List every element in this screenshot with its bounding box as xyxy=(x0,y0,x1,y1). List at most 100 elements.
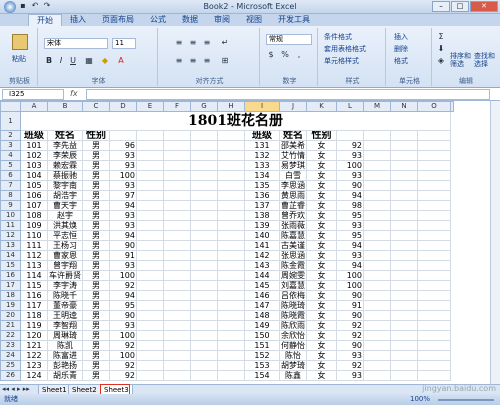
cell[interactable]: 女 xyxy=(306,140,337,151)
cell[interactable] xyxy=(163,310,191,321)
cell[interactable]: 陈晓霞 xyxy=(279,310,307,321)
cell[interactable] xyxy=(163,250,191,261)
cell[interactable]: 女 xyxy=(306,220,337,231)
cell[interactable]: 100 xyxy=(336,160,364,171)
cell[interactable] xyxy=(217,330,245,341)
cell[interactable] xyxy=(217,140,245,151)
column-header[interactable]: A xyxy=(20,101,48,112)
cell[interactable]: 135 xyxy=(244,180,280,191)
cell[interactable]: 149 xyxy=(244,320,280,331)
cell[interactable] xyxy=(136,290,164,301)
cell[interactable]: 100 xyxy=(109,330,137,341)
cell[interactable] xyxy=(417,210,451,221)
cell[interactable]: 女 xyxy=(306,280,337,291)
cell[interactable] xyxy=(217,370,245,381)
cell[interactable]: 97 xyxy=(109,190,137,201)
tab-insert[interactable]: 插入 xyxy=(62,14,94,26)
cell[interactable] xyxy=(417,190,451,201)
column-header[interactable]: M xyxy=(363,101,391,112)
cell[interactable] xyxy=(136,200,164,211)
cell[interactable] xyxy=(217,210,245,221)
cell[interactable]: 男 xyxy=(82,150,110,161)
cell[interactable]: 女 xyxy=(306,290,337,301)
cell[interactable]: 100 xyxy=(336,270,364,281)
cell[interactable]: 吕依梅 xyxy=(279,290,307,301)
cell[interactable] xyxy=(363,200,391,211)
cell[interactable]: 陈富进 xyxy=(47,350,83,361)
cell[interactable] xyxy=(217,320,245,331)
cell[interactable]: 男 xyxy=(82,140,110,151)
cell[interactable]: 92 xyxy=(109,370,137,381)
cell[interactable] xyxy=(417,200,451,211)
cell[interactable]: 118 xyxy=(20,310,48,321)
cell[interactable] xyxy=(190,350,218,361)
cell[interactable]: 男 xyxy=(82,340,110,351)
font-size-select[interactable]: 11 xyxy=(112,38,136,49)
cell[interactable] xyxy=(136,190,164,201)
cell[interactable]: 洪其焕 xyxy=(47,220,83,231)
cell[interactable] xyxy=(217,170,245,181)
row-header[interactable]: 12 xyxy=(0,230,21,241)
fill-color-icon[interactable]: ◆ xyxy=(100,56,110,66)
cell[interactable] xyxy=(136,140,164,151)
cell[interactable] xyxy=(163,340,191,351)
cell[interactable]: 93 xyxy=(109,260,137,271)
cell[interactable]: 赖宏霖 xyxy=(47,160,83,171)
cell[interactable] xyxy=(163,270,191,281)
column-header[interactable]: C xyxy=(82,101,110,112)
cell[interactable] xyxy=(190,190,218,201)
cell[interactable] xyxy=(163,240,191,251)
column-header[interactable]: I xyxy=(244,101,280,112)
cell[interactable]: 93 xyxy=(109,160,137,171)
cell[interactable] xyxy=(217,200,245,211)
cell[interactable]: 李荣辰 xyxy=(47,150,83,161)
cell[interactable] xyxy=(363,310,391,321)
format-cells-button[interactable]: 格式 xyxy=(394,56,408,66)
cell[interactable] xyxy=(190,300,218,311)
cell[interactable] xyxy=(363,350,391,361)
cell[interactable]: 女 xyxy=(306,270,337,281)
cell[interactable] xyxy=(390,360,418,371)
column-header[interactable]: E xyxy=(136,101,164,112)
cell[interactable] xyxy=(390,350,418,361)
row-header[interactable]: 14 xyxy=(0,250,21,261)
tab-view[interactable]: 视图 xyxy=(238,14,270,26)
cell[interactable]: 陈凯 xyxy=(47,340,83,351)
cell[interactable]: 男 xyxy=(82,180,110,191)
cell[interactable]: 曾乔欢 xyxy=(279,210,307,221)
cell[interactable]: 男 xyxy=(82,220,110,231)
cell[interactable] xyxy=(390,290,418,301)
cell[interactable] xyxy=(190,240,218,251)
cell[interactable]: 陈鑫 xyxy=(279,370,307,381)
format-as-table-button[interactable]: 套用表格格式 xyxy=(324,44,366,54)
cell[interactable]: 女 xyxy=(306,360,337,371)
cell[interactable]: 132 xyxy=(244,150,280,161)
fx-icon[interactable]: fx xyxy=(70,89,78,98)
merge-icon[interactable]: ⊞ xyxy=(220,56,230,66)
cell[interactable] xyxy=(390,280,418,291)
row-header[interactable]: 9 xyxy=(0,200,21,211)
cell[interactable]: 李宇涛 xyxy=(47,280,83,291)
column-header[interactable]: H xyxy=(217,101,245,112)
cell[interactable]: 111 xyxy=(20,240,48,251)
cell[interactable]: 90 xyxy=(336,290,364,301)
cell[interactable]: 91 xyxy=(336,300,364,311)
cell[interactable] xyxy=(163,230,191,241)
cell[interactable] xyxy=(417,370,451,381)
cell[interactable] xyxy=(390,180,418,191)
cell[interactable] xyxy=(217,290,245,301)
cell[interactable] xyxy=(136,230,164,241)
cell[interactable]: 白雪 xyxy=(279,170,307,181)
cell[interactable] xyxy=(136,280,164,291)
cell[interactable] xyxy=(390,260,418,271)
cell[interactable] xyxy=(363,210,391,221)
cell[interactable] xyxy=(163,320,191,331)
column-header[interactable]: B xyxy=(47,101,83,112)
cell[interactable]: 100 xyxy=(109,270,137,281)
cell[interactable]: 艾竹情 xyxy=(279,150,307,161)
close-button[interactable]: ✕ xyxy=(470,1,498,12)
cell[interactable]: 102 xyxy=(20,150,48,161)
cell[interactable]: 男 xyxy=(82,190,110,201)
cell[interactable]: 女 xyxy=(306,160,337,171)
row-header[interactable]: 11 xyxy=(0,220,21,231)
